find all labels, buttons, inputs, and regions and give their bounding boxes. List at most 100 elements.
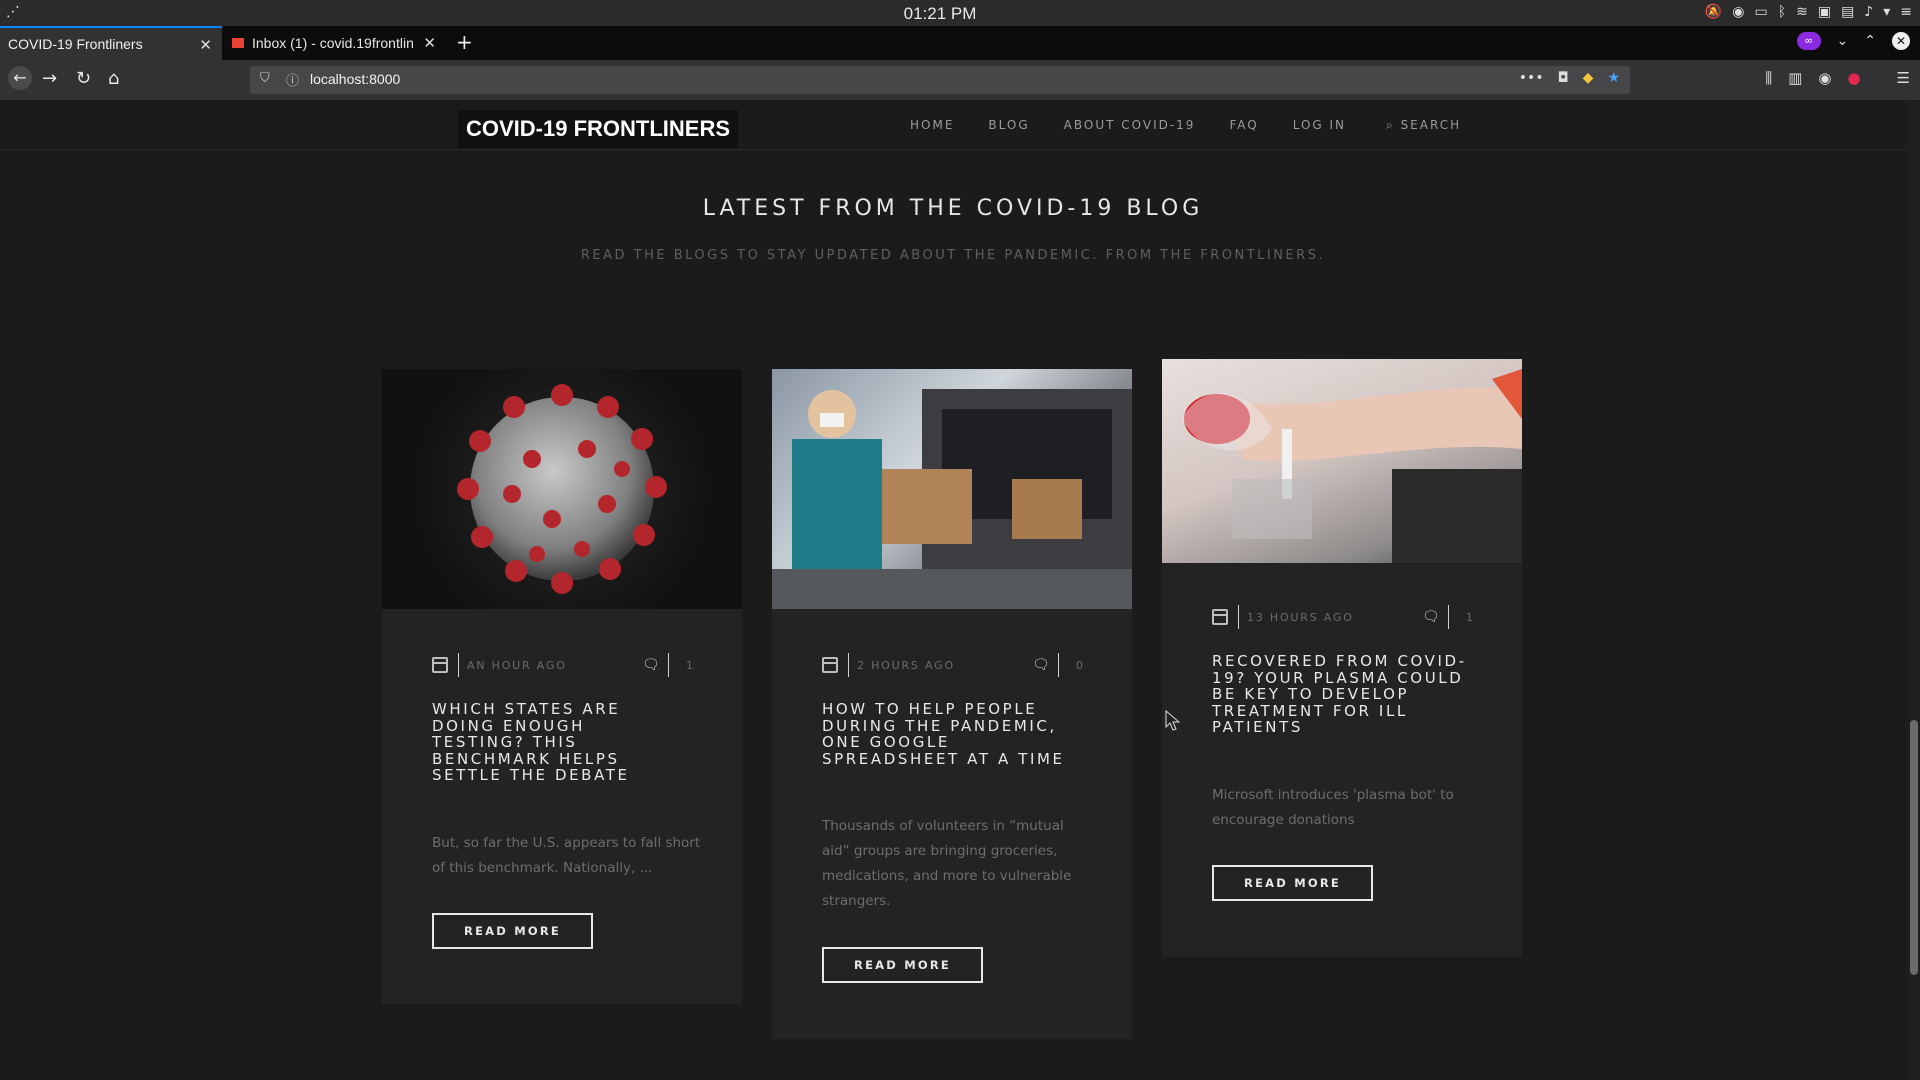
post-meta: AN HOUR AGO 🗨 1 [432,653,702,677]
sync-icon[interactable]: ◉ [1732,4,1744,20]
bookmark-star-icon[interactable]: ★ [1607,70,1620,86]
post-time: 13 HOURS AGO [1247,610,1354,624]
calendar-icon [822,657,838,673]
os-top-bar: ⋰ 01:21 PM 🔕 ◉ ▭ ᛒ ≋ ▣ ▤ ♪ ▾ ≡ [0,0,1920,26]
search-label: SEARCH [1400,118,1462,132]
tab-label: Inbox (1) - covid.19frontlin [252,35,414,51]
page-scrollbar[interactable] [1906,100,1920,1080]
blog-card: 13 HOURS AGO 🗨 1 RECOVERED FROM COVID-19… [1162,359,1522,957]
private-browsing-icon: ∞ [1796,32,1821,50]
section-title: LATEST FROM THE COVID-19 BLOG [702,196,1204,221]
divider [848,653,849,677]
toolbar-right: ⫼ ▥ ◉ ● ☰ [1765,69,1910,87]
close-tab-icon[interactable]: ✕ [423,34,436,52]
url-bar-actions: ••• ◘ ◆ ★ [1519,70,1620,86]
page-actions-icon[interactable]: ••• [1519,70,1544,86]
divider [1058,653,1059,677]
post-excerpt: Thousands of volunteers in “mutual aid” … [822,818,1072,909]
calendar-icon [1212,609,1228,625]
gmail-icon [232,38,244,48]
account-icon[interactable]: ◉ [1818,69,1831,87]
tracking-shield-icon[interactable]: ⛉ [260,71,270,86]
plasma-donation-image[interactable] [1162,359,1522,563]
battery-icon[interactable]: ▭ [1754,4,1767,20]
url-text[interactable]: localhost:8000 [310,71,400,87]
notifications-off-icon[interactable]: 🔕 [1705,4,1722,20]
comment-count: 1 [1466,610,1475,624]
coronavirus-illustration [457,384,667,594]
clipboard-icon[interactable]: ▤ [1841,4,1854,20]
post-excerpt: But, so far the U.S. appears to fall sho… [432,835,701,876]
site-header: COVID-19 FRONTLINERS HOME BLOG ABOUT COV… [0,100,1906,150]
read-more-button[interactable]: READ MORE [822,947,983,983]
back-arrow-icon: ← [8,66,32,90]
system-tray: 🔕 ◉ ▭ ᛒ ≋ ▣ ▤ ♪ ▾ ≡ [1705,4,1912,20]
menu-about-covid[interactable]: ABOUT COVID-19 [1064,118,1196,132]
close-tab-icon[interactable]: ✕ [199,36,212,54]
pocket-icon[interactable]: ◘ [1558,70,1569,86]
library-icon[interactable]: ⫼ [1765,69,1772,87]
comment-count: 0 [1076,658,1085,672]
read-more-button[interactable]: READ MORE [432,913,593,949]
website: COVID-19 FRONTLINERS HOME BLOG ABOUT COV… [0,100,1906,1080]
read-more-button[interactable]: READ MORE [1212,865,1373,901]
tab-bar-controls: ∞ ⌄ ⌃ ✕ [1796,32,1910,50]
close-window-icon[interactable]: ✕ [1892,32,1910,50]
post-excerpt: Microsoft introduces 'plasma bot' to enc… [1212,787,1454,828]
tab-inbox[interactable]: Inbox (1) - covid.19frontlin ✕ [224,26,446,60]
volume-icon[interactable]: ♪ [1864,4,1873,20]
comment-icon: 🗨 [1032,657,1052,673]
wifi-icon[interactable]: ≋ [1796,4,1808,20]
tray-expand-icon[interactable]: ▾ [1883,4,1890,20]
settings-sliders-icon[interactable]: ≡ [1900,4,1912,20]
search-link[interactable]: ⌕ SEARCH [1386,118,1461,133]
post-meta: 2 HOURS AGO 🗨 0 [822,653,1092,677]
scrollbar-thumb[interactable] [1910,720,1918,975]
reload-button[interactable]: ↻ [76,68,91,89]
sidebar-icon[interactable]: ▥ [1788,69,1802,87]
tab-covid-frontliners[interactable]: COVID-19 Frontliners ✕ [0,26,222,60]
extension-icon[interactable]: ● [1847,69,1860,87]
screenshot-icon[interactable]: ▣ [1818,4,1831,20]
tab-label: COVID-19 Frontliners [8,36,143,52]
menu-log-in[interactable]: LOG IN [1293,118,1346,132]
menu-home[interactable]: HOME [910,118,954,132]
post-meta: 13 HOURS AGO 🗨 1 [1212,605,1482,629]
site-logo[interactable]: COVID-19 FRONTLINERS [458,110,739,148]
tab-bar: COVID-19 Frontliners ✕ Inbox (1) - covid… [0,26,1920,60]
site-info-icon[interactable]: ⓘ [286,70,299,89]
calendar-icon [432,657,448,673]
forward-button[interactable]: → [42,68,57,89]
volunteer-image[interactable] [772,369,1132,609]
home-button[interactable]: ⌂ [108,68,119,89]
menu-hamburger-icon[interactable]: ☰ [1897,69,1910,87]
blog-card: 2 HOURS AGO 🗨 0 HOW TO HELP PEOPLE DURIN… [772,369,1132,1039]
main-menu: HOME BLOG ABOUT COVID-19 FAQ LOG IN [910,118,1380,132]
search-icon: ⌕ [1386,118,1395,132]
menu-blog[interactable]: BLOG [988,118,1029,132]
post-title[interactable]: RECOVERED FROM COVID-19? YOUR PLASMA COU… [1212,653,1482,736]
comment-count: 1 [686,658,695,672]
clock: 01:21 PM [903,4,977,23]
divider [668,653,669,677]
coronavirus-image[interactable] [382,369,742,609]
python-extension-icon[interactable]: ◆ [1583,70,1594,86]
post-time: 2 HOURS AGO [857,658,955,672]
divider [1448,605,1449,629]
blog-card: AN HOUR AGO 🗨 1 WHICH STATES ARE DOING E… [382,369,742,1004]
plasma-donation-illustration [1182,369,1522,563]
mouse-cursor-icon [1165,710,1181,731]
post-title[interactable]: WHICH STATES ARE DOING ENOUGH TESTING? T… [432,701,682,784]
divider [458,653,459,677]
post-title[interactable]: HOW TO HELP PEOPLE DURING THE PANDEMIC, … [822,701,1092,767]
bluetooth-icon[interactable]: ᛒ [1778,4,1786,20]
new-tab-button[interactable]: + [456,30,473,54]
url-bar[interactable]: ⛉ ⓘ localhost:8000 ••• ◘ ◆ ★ [250,66,1630,94]
post-time: AN HOUR AGO [467,658,567,672]
back-button[interactable]: ← [8,66,32,90]
menu-faq[interactable]: FAQ [1229,118,1258,132]
divider [1238,605,1239,629]
maximize-icon[interactable]: ⌃ [1864,33,1876,49]
comment-icon: 🗨 [642,657,662,673]
list-tabs-icon[interactable]: ⌄ [1837,33,1849,49]
